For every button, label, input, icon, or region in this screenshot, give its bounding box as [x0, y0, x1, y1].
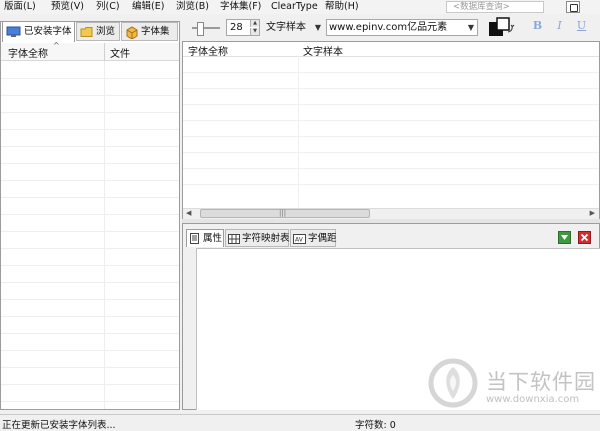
list-row-divider: [1, 95, 179, 96]
svg-text:AV: AV: [295, 237, 304, 244]
list-row-divider: [1, 316, 179, 317]
underline-button[interactable]: U: [575, 19, 588, 33]
tab-browse[interactable]: 浏览: [76, 22, 120, 41]
list-row-divider: [1, 401, 179, 402]
menu-browse[interactable]: 浏览(B): [176, 0, 209, 14]
list-row-divider: [1, 146, 179, 147]
sample-text-select[interactable]: 文字样本 ▼: [266, 19, 324, 36]
font-size-stepper[interactable]: 28 ▲ ▼: [226, 19, 260, 36]
slider-thumb[interactable]: [197, 22, 204, 36]
status-bar: 正在更新已安装字体列表... 字符数: 0: [0, 414, 600, 431]
color-swap-icon: [489, 17, 515, 36]
list-row-divider: [183, 152, 599, 153]
list-row-divider: [183, 88, 599, 89]
font-size-value: 28: [230, 22, 243, 33]
column-file[interactable]: 文件: [110, 45, 130, 60]
list-row-divider: [183, 120, 599, 121]
kerning-icon: AV: [293, 234, 306, 244]
list-row-divider: [1, 367, 179, 368]
list-row-divider: [183, 104, 599, 105]
list-row-divider: [183, 72, 599, 73]
installed-fonts-panel: [0, 21, 180, 410]
list-row-divider: [1, 180, 179, 181]
list-row-divider: [1, 78, 179, 79]
menu-help[interactable]: 帮助(H): [325, 0, 359, 14]
menu-column[interactable]: 列(C): [96, 0, 120, 14]
tab-browse-label: 浏览: [96, 26, 116, 37]
tab-installed-fonts-label: 已安装字体: [24, 26, 72, 37]
spin-down-icon[interactable]: ▼: [250, 28, 259, 35]
column-gridline: [298, 56, 299, 208]
italic-button[interactable]: I: [553, 19, 566, 33]
computer-icon: [6, 26, 21, 37]
tab-properties-label: 属性: [203, 233, 223, 244]
color-picker-button[interactable]: [486, 16, 516, 40]
close-icon: [580, 233, 589, 242]
list-row-divider: [1, 384, 179, 385]
list-row-divider: [1, 231, 179, 232]
tab-installed-fonts[interactable]: 已安装字体: [2, 21, 75, 42]
list-row-divider: [1, 214, 179, 215]
spin-up-icon[interactable]: ▲: [250, 20, 259, 27]
close-details-button[interactable]: [578, 231, 591, 244]
bold-button[interactable]: B: [531, 19, 544, 33]
arrow-down-icon: [561, 235, 568, 240]
grid-icon: [228, 234, 240, 244]
list-row-divider: [1, 299, 179, 300]
list-row-divider: [1, 197, 179, 198]
watermark-title: 当下软件园: [486, 370, 596, 394]
chevron-down-icon: ▼: [314, 23, 321, 32]
header-divider: [183, 56, 599, 57]
scroll-right-icon[interactable]: ▶: [590, 209, 595, 217]
menu-layout[interactable]: 版面(L): [4, 0, 36, 14]
menu-cleartype[interactable]: ClearType: [271, 0, 318, 14]
font-list-header: 字体全称 ^ 文件: [1, 41, 179, 61]
scrollbar-thumb[interactable]: |||: [200, 209, 370, 218]
menu-fontset[interactable]: 字体集(F): [220, 0, 261, 14]
tab-character-map-label: 字符映射表: [242, 233, 290, 244]
grip-icon: |||: [279, 209, 287, 217]
list-row-divider: [1, 350, 179, 351]
apply-button[interactable]: [558, 231, 571, 244]
box-icon: [126, 26, 138, 39]
list-row-divider: [183, 168, 599, 169]
tab-font-sets[interactable]: 字体集: [121, 22, 178, 41]
menu-preview[interactable]: 预览(V): [51, 0, 84, 14]
search-input[interactable]: <数据库查询>: [446, 1, 544, 13]
restore-window-button[interactable]: [566, 1, 580, 13]
list-row-divider: [183, 184, 599, 185]
column-font-name[interactable]: 字体全称: [8, 45, 48, 60]
scroll-left-icon[interactable]: ◀: [186, 209, 191, 217]
sample-text-label: 文字样本: [266, 22, 306, 33]
tab-kerning[interactable]: AV 字偶距: [290, 229, 337, 247]
list-row-divider: [183, 136, 599, 137]
list-row-divider: [1, 265, 179, 266]
list-row-divider: [1, 248, 179, 249]
list-row-divider: [1, 112, 179, 113]
tab-character-map[interactable]: 字符映射表: [225, 229, 290, 247]
size-slider[interactable]: [192, 22, 220, 36]
folder-icon: [80, 27, 93, 37]
document-icon: [190, 233, 199, 244]
chevron-down-icon[interactable]: ▼: [468, 20, 474, 35]
sample-text-value: www.epinv.com亿品元素: [329, 22, 448, 33]
tab-kerning-label: 字偶距: [308, 233, 337, 244]
font-preview-panel: 字体全称 文字样本: [182, 41, 600, 219]
sort-ascending-icon: ^: [53, 41, 60, 50]
watermark-url: www.downxia.com: [486, 394, 580, 405]
list-row-divider: [1, 282, 179, 283]
sample-text-input[interactable]: www.epinv.com亿品元素 ▼: [326, 19, 478, 36]
column-gridline: [104, 61, 105, 409]
list-row-divider: [1, 163, 179, 164]
list-row-divider: [1, 333, 179, 334]
tab-properties[interactable]: 属性: [186, 229, 224, 247]
column-divider[interactable]: [104, 43, 105, 61]
tab-font-sets-label: 字体集: [141, 26, 170, 37]
menu-edit[interactable]: 编辑(E): [132, 0, 164, 14]
watermark-logo-icon: [428, 358, 478, 408]
list-row-divider: [1, 129, 179, 130]
